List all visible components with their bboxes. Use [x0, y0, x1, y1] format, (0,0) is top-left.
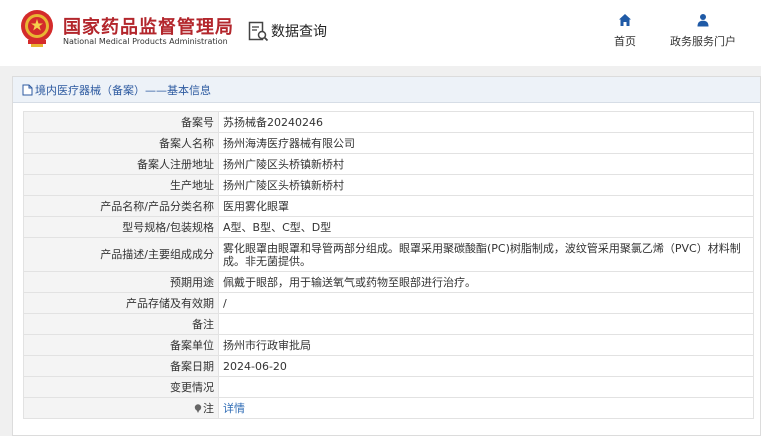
table-row: 备案日期 2024-06-20 — [23, 355, 754, 377]
breadcrumb: 境内医疗器械（备案）——基本信息 — [13, 77, 760, 103]
pin-icon — [194, 403, 202, 413]
details-link[interactable]: 详情 — [223, 402, 245, 415]
table-row: 产品存储及有效期 / — [23, 292, 754, 314]
field-value: / — [218, 292, 754, 314]
info-table: 备案号 苏扬械备20240246 备案人名称 扬州海涛医疗器械有限公司 备案人注… — [23, 111, 754, 419]
field-label: 备注 — [23, 313, 219, 335]
nav-service-portal-label: 政务服务门户 — [670, 35, 736, 48]
field-value — [218, 313, 754, 335]
document-search-icon — [248, 21, 269, 41]
field-label: 备案人名称 — [23, 132, 219, 154]
field-value: 佩戴于眼部，用于输送氧气或药物至眼部进行治疗。 — [218, 271, 754, 293]
field-value: 扬州市行政审批局 — [218, 334, 754, 356]
data-query-link[interactable]: 数据查询 — [248, 18, 327, 44]
field-value: 扬州广陵区头桥镇新桥村 — [218, 174, 754, 196]
site-name-en: National Medical Products Administration — [63, 37, 228, 46]
table-row: 备案人注册地址 扬州广陵区头桥镇新桥村 — [23, 153, 754, 175]
nav-service-portal[interactable]: 政务服务门户 — [658, 13, 748, 49]
table-row: 备案单位 扬州市行政审批局 — [23, 334, 754, 356]
table-row: 备案人名称 扬州海涛医疗器械有限公司 — [23, 132, 754, 154]
field-value: 医用雾化眼罩 — [218, 195, 754, 217]
field-label: 产品名称/产品分类名称 — [23, 195, 219, 217]
table-row: 产品描述/主要组成成分 雾化眼罩由眼罩和导管两部分组成。眼罩采用聚碳酸酯(PC)… — [23, 237, 754, 272]
field-label: 备案号 — [23, 111, 219, 133]
data-query-label: 数据查询 — [271, 24, 327, 40]
table-row: 产品名称/产品分类名称 医用雾化眼罩 — [23, 195, 754, 217]
table-row: 备案号 苏扬械备20240246 — [23, 111, 754, 133]
field-label: 备案人注册地址 — [23, 153, 219, 175]
field-label: 备案单位 — [23, 334, 219, 356]
nav-home-label: 首页 — [614, 35, 636, 48]
note-label-cell: 注 — [23, 397, 219, 419]
table-row: 变更情况 — [23, 376, 754, 398]
table-row: 型号规格/包装规格 A型、B型、C型、D型 — [23, 216, 754, 238]
field-value — [218, 376, 754, 398]
note-value-cell: 详情 — [218, 397, 754, 419]
site-name-cn: 国家药品监督管理局 — [63, 17, 234, 38]
table-row: 备注 — [23, 313, 754, 335]
field-value: A型、B型、C型、D型 — [218, 216, 754, 238]
table-row: 生产地址 扬州广陵区头桥镇新桥村 — [23, 174, 754, 196]
site-header: 国家药品监督管理局 National Medical Products Admi… — [0, 0, 761, 66]
user-icon — [697, 14, 709, 27]
table-row: 注 详情 — [23, 397, 754, 419]
breadcrumb-text: 境内医疗器械（备案）——基本信息 — [35, 83, 211, 97]
field-label: 产品存储及有效期 — [23, 292, 219, 314]
document-icon — [22, 84, 33, 95]
field-label: 生产地址 — [23, 174, 219, 196]
field-label: 注 — [203, 401, 214, 415]
field-value: 扬州广陵区头桥镇新桥村 — [218, 153, 754, 175]
nav-home[interactable]: 首页 — [604, 13, 646, 49]
field-value: 苏扬械备20240246 — [218, 111, 754, 133]
field-value: 2024-06-20 — [218, 355, 754, 377]
national-emblem-icon — [21, 10, 53, 47]
field-label: 备案日期 — [23, 355, 219, 377]
field-label: 型号规格/包装规格 — [23, 216, 219, 238]
field-label: 预期用途 — [23, 271, 219, 293]
field-label: 变更情况 — [23, 376, 219, 398]
detail-panel: 境内医疗器械（备案）——基本信息 备案号 苏扬械备20240246 备案人名称 … — [12, 76, 761, 436]
table-row: 预期用途 佩戴于眼部，用于输送氧气或药物至眼部进行治疗。 — [23, 271, 754, 293]
field-value: 雾化眼罩由眼罩和导管两部分组成。眼罩采用聚碳酸酯(PC)树脂制成，波纹管采用聚氯… — [218, 237, 754, 272]
field-value: 扬州海涛医疗器械有限公司 — [218, 132, 754, 154]
home-icon — [619, 14, 631, 26]
field-label: 产品描述/主要组成成分 — [23, 237, 219, 272]
